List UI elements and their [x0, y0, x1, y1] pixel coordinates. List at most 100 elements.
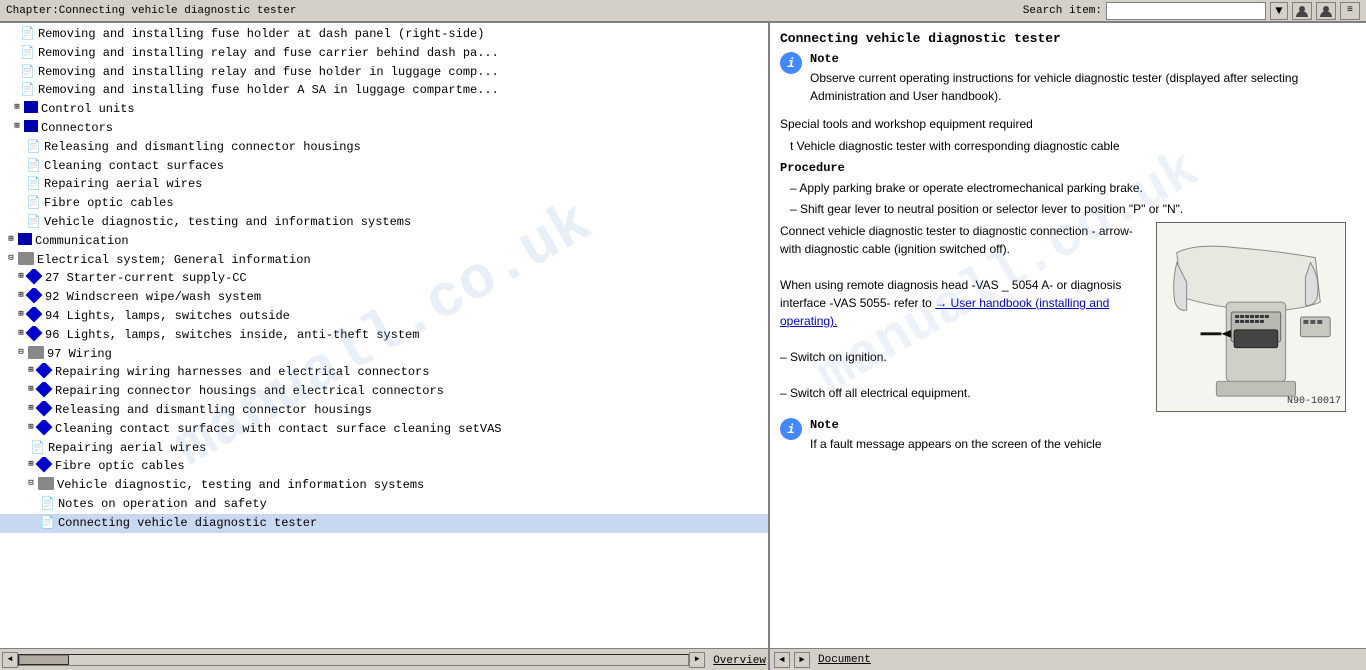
tree-item[interactable]: ⊟ Electrical system; General information [0, 251, 768, 270]
tree-item[interactable]: 📄 Cleaning contact surfaces [0, 157, 768, 176]
tree-item[interactable]: ⊞ Cleaning contact surfaces with contact… [0, 420, 768, 439]
diagnostic-image: N90-10017 [1156, 222, 1346, 412]
expander-icon[interactable]: ⊞ [4, 233, 18, 246]
tree-item[interactable]: ⊞ Releasing and dismantling connector ho… [0, 401, 768, 420]
tree-item-selected[interactable]: 📄 Connecting vehicle diagnostic tester [0, 514, 768, 533]
tree-item[interactable]: 📄 Repairing aerial wires [0, 439, 768, 458]
expander-icon[interactable]: ⊟ [4, 252, 18, 265]
tree-item[interactable]: 📄 Removing and installing relay and fuse… [0, 63, 768, 82]
title-bar: Chapter:Connecting vehicle diagnostic te… [0, 0, 1366, 22]
tree-item[interactable]: 📄 Repairing aerial wires [0, 175, 768, 194]
doc-icon: 📄 [20, 45, 35, 62]
folder-icon [24, 101, 38, 113]
tool-item: t Vehicle diagnostic tester with corresp… [790, 137, 1356, 155]
tree-item[interactable]: ⊟ Vehicle diagnostic, testing and inform… [0, 476, 768, 495]
doc-icon: 📄 [40, 515, 55, 532]
search-input[interactable] [1106, 2, 1266, 20]
note-icon-2: i [780, 418, 802, 440]
tree-item[interactable]: 📄 Removing and installing relay and fuse… [0, 44, 768, 63]
note-icon-1: i [780, 52, 802, 74]
doc-icon: 📄 [26, 139, 41, 156]
expander-icon[interactable]: ⊞ [10, 101, 24, 114]
user-btn-2[interactable] [1316, 2, 1336, 20]
note-box-1: i Note Observe current operating instruc… [780, 52, 1356, 109]
search-dropdown[interactable]: ▼ [1270, 2, 1288, 20]
remote-text: When using remote diagnosis head -VAS _ … [780, 276, 1148, 330]
tree-item[interactable]: 📄 Vehicle diagnostic, testing and inform… [0, 213, 768, 232]
search-label: Search item: [1023, 5, 1102, 17]
procedure-header: Procedure [780, 161, 1356, 175]
tree-item[interactable]: ⊟ 97 Wiring [0, 345, 768, 364]
expander-icon[interactable]: ⊞ [10, 120, 24, 133]
bottom-bar: ◄ ► Overview ◄ ► Document [0, 648, 1366, 670]
tree-item[interactable]: ⊞ Repairing wiring harnesses and electri… [0, 363, 768, 382]
diamond-icon [36, 401, 53, 416]
document-tab[interactable]: Document [818, 654, 871, 666]
note-text-2: If a fault message appears on the screen… [810, 435, 1102, 453]
doc-icon: 📄 [26, 176, 41, 193]
switch-off: – Switch off all electrical equipment. [780, 384, 1148, 402]
next-btn[interactable]: ► [794, 652, 810, 668]
scroll-left-btn[interactable]: ◄ [2, 652, 18, 668]
open-book-icon [18, 252, 34, 265]
tree-item[interactable]: ⊞ Fibre optic cables [0, 457, 768, 476]
scroll-track [18, 654, 689, 666]
doc-icon: 📄 [26, 158, 41, 175]
folder-icon [18, 233, 32, 245]
tree-item[interactable]: ⊞ Connectors [0, 119, 768, 138]
prev-btn[interactable]: ◄ [774, 652, 790, 668]
horizontal-scrollbar: ◄ ► Overview [0, 649, 768, 670]
main-container: manuall.co.uk 📄 Removing and installing … [0, 22, 1366, 648]
tree-item[interactable]: ⊞ 96 Lights, lamps, switches inside, ant… [0, 326, 768, 345]
diagnostic-image-container: N90-10017 [1156, 222, 1356, 412]
content-image-section: Connect vehicle diagnostic tester to dia… [780, 222, 1356, 412]
diamond-icon [36, 420, 53, 435]
tree-item[interactable]: ⊞ 94 Lights, lamps, switches outside [0, 307, 768, 326]
overview-tab[interactable]: Overview [713, 653, 766, 667]
expander-icon[interactable]: ⊟ [14, 346, 28, 359]
menu-btn[interactable]: ≡ [1340, 2, 1360, 20]
diamond-icon [26, 326, 43, 341]
image-label: N90-10017 [1287, 396, 1341, 407]
tree-item[interactable]: ⊞ Control units [0, 100, 768, 119]
open-book-icon [38, 477, 54, 490]
doc-icon: 📄 [40, 496, 55, 513]
doc-icon: 📄 [20, 64, 35, 81]
doc-icon: 📄 [20, 26, 35, 43]
search-area: Search item: ▼ ≡ [1023, 2, 1360, 20]
tree-item[interactable]: 📄 Fibre optic cables [0, 194, 768, 213]
scroll-thumb[interactable] [19, 655, 69, 665]
left-panel: manuall.co.uk 📄 Removing and installing … [0, 23, 770, 648]
tree-item[interactable]: 📄 Removing and installing fuse holder A … [0, 81, 768, 100]
tree-item[interactable]: ⊞ 27 Starter-current supply-CC [0, 269, 768, 288]
doc-icon: 📄 [26, 214, 41, 231]
diamond-icon [26, 269, 43, 284]
tree-item[interactable]: 📄 Releasing and dismantling connector ho… [0, 138, 768, 157]
diamond-icon [36, 363, 53, 378]
switch-on: – Switch on ignition. [780, 348, 1148, 366]
procedure-step-2: – Shift gear lever to neutral position o… [790, 200, 1356, 218]
left-bottom-bar: ◄ ► Overview [0, 649, 770, 670]
tree-item[interactable]: ⊞ 92 Windscreen wipe/wash system [0, 288, 768, 307]
handbook-link[interactable]: → User handbook (installing and operatin… [780, 296, 1109, 328]
tree-view: manuall.co.uk 📄 Removing and installing … [0, 23, 768, 648]
note-label-1: Note [810, 52, 1356, 66]
procedure-step-1: – Apply parking brake or operate electro… [790, 179, 1356, 197]
doc-icon: 📄 [30, 440, 45, 457]
right-bottom-bar: ◄ ► Document [770, 649, 1366, 670]
tree-item[interactable]: ⊞ Communication [0, 232, 768, 251]
open-book-icon [28, 346, 44, 359]
doc-icon: 📄 [26, 195, 41, 212]
window-title: Chapter:Connecting vehicle diagnostic te… [6, 5, 296, 17]
content-left: Connect vehicle diagnostic tester to dia… [780, 222, 1148, 412]
expander-icon[interactable]: ⊟ [24, 477, 38, 490]
note-content-1: Note Observe current operating instructi… [810, 52, 1356, 109]
scroll-right-btn[interactable]: ► [689, 652, 705, 668]
tree-item[interactable]: 📄 Removing and installing fuse holder at… [0, 25, 768, 44]
doc-icon: 📄 [20, 82, 35, 99]
user-btn-1[interactable] [1292, 2, 1312, 20]
folder-icon [24, 120, 38, 132]
tree-item[interactable]: 📄 Notes on operation and safety [0, 495, 768, 514]
diamond-icon [26, 307, 43, 322]
tree-item[interactable]: ⊞ Repairing connector housings and elect… [0, 382, 768, 401]
